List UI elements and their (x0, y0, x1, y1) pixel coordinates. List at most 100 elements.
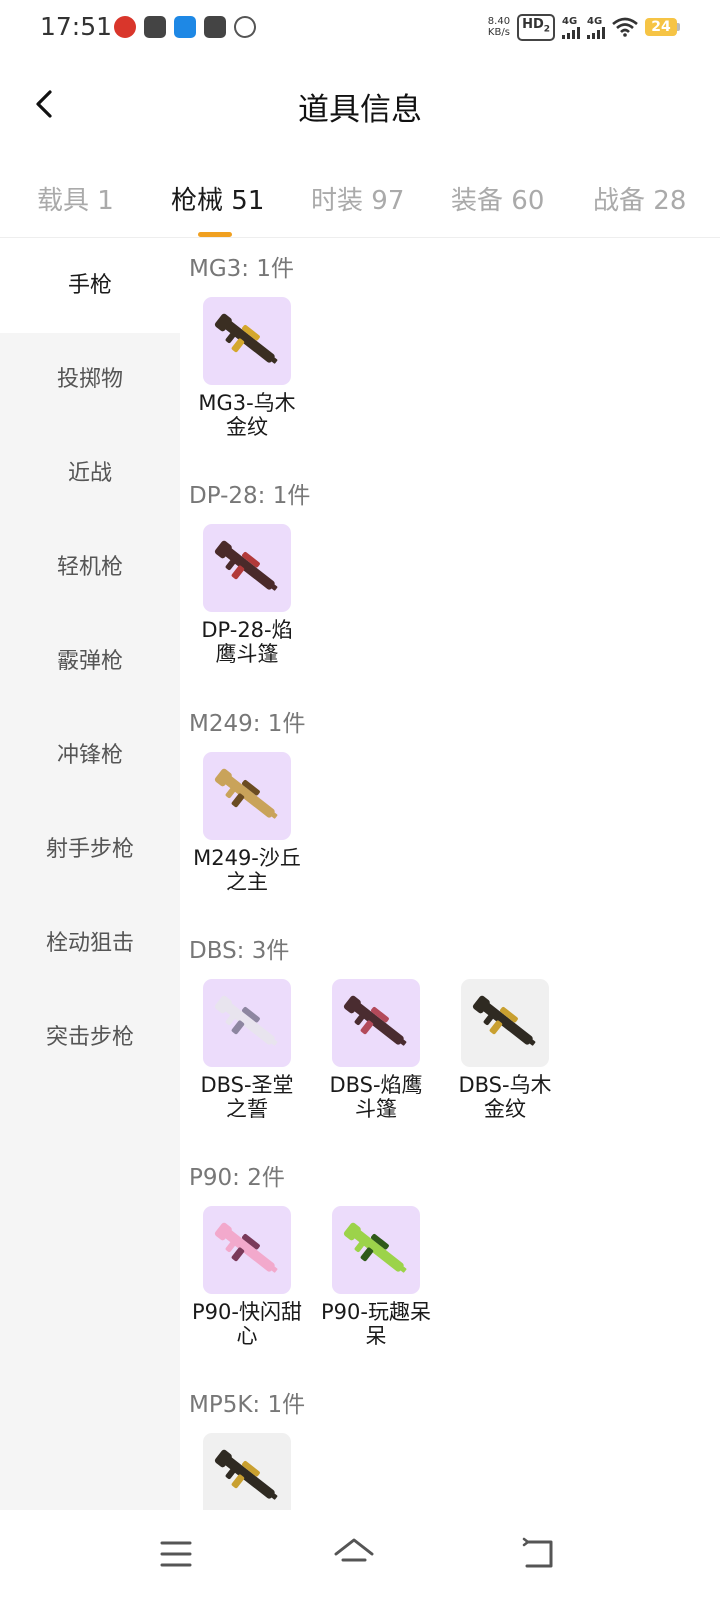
sidebar-item-shotgun[interactable]: 霰弹枪 (0, 615, 180, 709)
signal-1-label: 4G (562, 15, 578, 27)
item-name-line1: P90-玩趣呆 (321, 1300, 431, 1324)
system-nav-bar (0, 1510, 720, 1600)
group-title: P90: 2件 (189, 1165, 285, 1191)
leaf-icon (229, 11, 261, 43)
item-card[interactable]: DBS-焰鹰 斗篷 (311, 979, 441, 1121)
status-time: 17:51 (40, 12, 113, 41)
item-name: DBS-圣堂 之誓 (182, 1073, 312, 1121)
dbs-sanctum-oath-gun-icon (214, 995, 278, 1046)
group-title: MG3: 1件 (189, 256, 294, 282)
tab-label: 载具 (37, 186, 90, 216)
item-tile (203, 1206, 291, 1294)
tab-count: 1 (97, 186, 114, 216)
active-tab-indicator (198, 232, 232, 237)
item-name: M249-沙丘 之主 (182, 846, 312, 894)
sidebar-item-bolt-sniper[interactable]: 栓动狙击 (0, 897, 180, 991)
tab-count: 60 (511, 186, 545, 216)
item-name: DP-28-焰 鹰斗篷 (182, 618, 312, 666)
category-tabs: 载具 1 枪械 51 时装 97 装备 60 战备 28 (0, 166, 720, 238)
back-nav-button[interactable] (515, 1530, 563, 1578)
home-button[interactable] (330, 1530, 378, 1578)
signal-2-label: 4G (587, 15, 603, 27)
weapon-type-sidebar: 手枪 投掷物 近战 轻机枪 霰弹枪 冲锋枪 射手步枪 栓动狙击 突击步枪 (0, 239, 180, 1510)
item-name-line1: DBS-焰鹰 (329, 1073, 423, 1097)
sidebar-item-throwables[interactable]: 投掷物 (0, 333, 180, 427)
signal-2: 4G (587, 16, 605, 39)
item-card[interactable] (182, 1433, 312, 1510)
item-card[interactable]: P90-快闪甜 心 (182, 1206, 312, 1348)
status-indicators: 8.40 KB/s HD2 4G 4G 24 (488, 14, 680, 41)
item-card[interactable]: M249-沙丘 之主 (182, 752, 312, 894)
sidebar-item-melee[interactable]: 近战 (0, 427, 180, 521)
app-badge-icon (114, 16, 136, 38)
sidebar-item-pistol[interactable]: 手枪 (0, 239, 180, 333)
group-title: DP-28: 1件 (189, 483, 311, 509)
battery-icon: 24 (645, 18, 680, 37)
item-tile (332, 1206, 420, 1294)
tab-vehicles[interactable]: 载具 1 (37, 180, 114, 217)
tab-count: 28 (653, 186, 687, 216)
mg3-ebony-gold-gun-icon (214, 313, 278, 364)
tab-equipment[interactable]: 装备 60 (451, 180, 544, 217)
group-title: MP5K: 1件 (189, 1392, 306, 1418)
screen: 17:51 8.40 KB/s HD2 4G 4G 24 道具信息 载具 1 枪… (0, 0, 720, 1600)
dp28-flame-eagle-gun-icon (214, 540, 278, 591)
item-name: DBS-乌木 金纹 (440, 1073, 570, 1121)
item-card[interactable]: DBS-乌木 金纹 (440, 979, 570, 1121)
item-tile (203, 297, 291, 385)
tab-outfits[interactable]: 时装 97 (311, 180, 404, 217)
hd-label: HD (522, 17, 544, 32)
item-name: P90-玩趣呆 呆 (311, 1300, 441, 1348)
network-speed-unit: KB/s (487, 27, 510, 39)
m249-dune-lord-gun-icon (214, 768, 278, 819)
item-name-line1: P90-快闪甜 (192, 1300, 302, 1324)
header: 道具信息 (0, 64, 720, 144)
item-name-line2: 金纹 (484, 1097, 526, 1121)
back-icon (522, 1537, 553, 1568)
p90-playful-gun-icon (343, 1222, 407, 1273)
battery-level: 24 (645, 18, 677, 37)
sidebar-item-lmg[interactable]: 轻机枪 (0, 521, 180, 615)
item-name-line2: 斗篷 (355, 1097, 397, 1121)
item-card[interactable]: DBS-圣堂 之誓 (182, 979, 312, 1121)
scissors-app-icon (144, 16, 166, 38)
home-icon (334, 1538, 374, 1562)
tab-label: 枪械 (171, 186, 224, 216)
tab-firearms[interactable]: 枪械 51 (171, 180, 264, 217)
sidebar-item-assault-rifle[interactable]: 突击步枪 (0, 991, 180, 1085)
item-name-line1: DP-28-焰 (201, 618, 293, 642)
dbs-flame-eagle-gun-icon (343, 995, 407, 1046)
item-name-line2: 呆 (365, 1324, 387, 1348)
tab-label: 战备 (593, 186, 646, 216)
item-tile (203, 752, 291, 840)
tab-supplies[interactable]: 战备 28 (593, 180, 686, 217)
item-tile (203, 1433, 291, 1510)
sidebar-item-dmr[interactable]: 射手步枪 (0, 803, 180, 897)
signal-1: 4G (562, 16, 580, 39)
item-tile (461, 979, 549, 1067)
dbs-ebony-gold-gun-icon (472, 995, 536, 1046)
item-name-line2: 之主 (226, 870, 268, 894)
item-name-line2: 心 (236, 1324, 258, 1348)
group-title: DBS: 3件 (189, 938, 290, 964)
sidebar-item-smg[interactable]: 冲锋枪 (0, 709, 180, 803)
status-notification-icons (114, 11, 261, 43)
weapon-content: MG3: 1件 MG3-乌木 金纹 DP-28: 1件 DP-28-焰 鹰斗篷 … (180, 239, 720, 1510)
item-name: MG3-乌木 金纹 (182, 391, 312, 439)
status-bar: 17:51 8.40 KB/s HD2 4G 4G 24 (0, 0, 720, 58)
tab-count: 51 (231, 186, 265, 216)
item-tile (332, 979, 420, 1067)
item-card[interactable]: DP-28-焰 鹰斗篷 (182, 524, 312, 666)
item-tile (203, 979, 291, 1067)
item-name: P90-快闪甜 心 (182, 1300, 312, 1348)
item-name-line1: MG3-乌木 (198, 391, 296, 415)
item-card[interactable]: MG3-乌木 金纹 (182, 297, 312, 439)
page-title: 道具信息 (298, 92, 422, 128)
item-card[interactable]: P90-玩趣呆 呆 (311, 1206, 441, 1348)
group-title: M249: 1件 (189, 711, 306, 737)
network-speed-value: 8.40 (487, 16, 511, 28)
item-name: DBS-焰鹰 斗篷 (311, 1073, 441, 1121)
tab-count: 97 (371, 186, 405, 216)
blue-app-icon (174, 16, 196, 38)
menu-button[interactable] (152, 1530, 200, 1578)
